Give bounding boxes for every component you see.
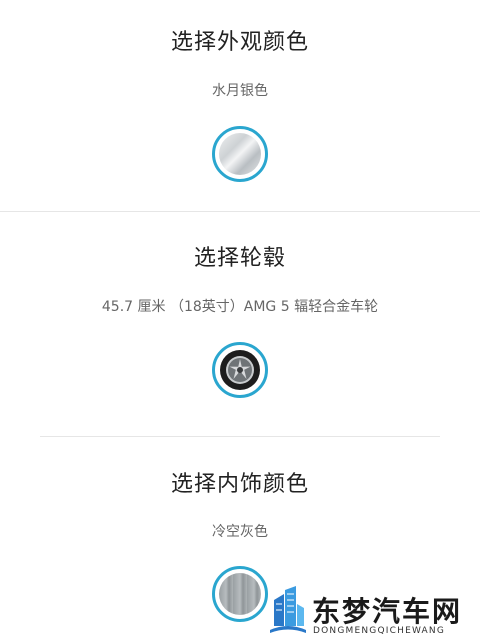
watermark-domain: DONGMENGQICHEWANG [313,626,446,636]
watermark-logo: 东梦汽车网 DONGMENGQICHEWANG [268,584,476,640]
silver-color-sample [219,133,261,175]
watermark-name: 东梦汽车网 [312,595,463,628]
wheel-value: 45.7 厘米 （18英寸）AMG 5 辐轻合金车轮 [101,299,379,315]
grey-interior-sample [219,573,261,615]
exterior-color-value: 水月银色 [212,83,268,99]
exterior-color-title: 选择外观颜色 [170,30,309,55]
wheel-option-selected[interactable] [212,342,268,398]
building-logo-icon [270,586,306,633]
interior-color-swatch-selected[interactable] [212,566,268,622]
wheel-icon [219,349,261,391]
wheel-title: 选择轮毂 [193,246,286,271]
exterior-color-swatch-selected[interactable] [212,126,268,182]
section-divider [0,211,480,212]
section-divider [40,436,440,437]
interior-color-title: 选择内饰颜色 [170,472,309,497]
interior-color-value: 冷空灰色 [212,524,268,540]
